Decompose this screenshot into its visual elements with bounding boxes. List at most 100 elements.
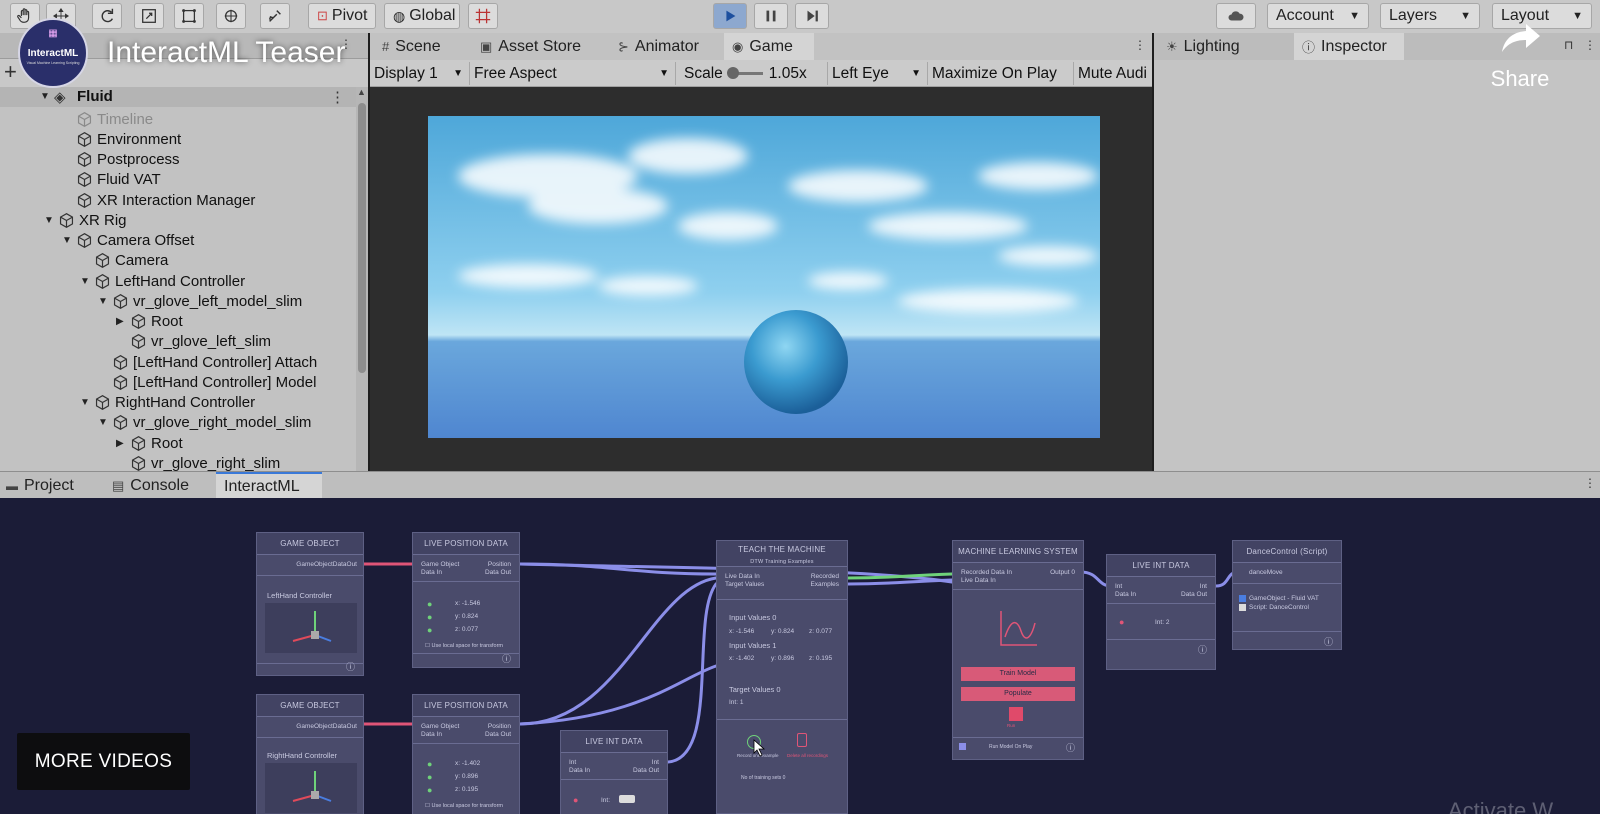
node-live-position-right[interactable]: LIVE POSITION DATA Game Object Data In P… xyxy=(412,694,520,814)
x-value: x: -1.402 xyxy=(729,655,755,662)
cloud-button[interactable] xyxy=(1216,3,1256,29)
hierarchy-item[interactable]: ▼ XR Rig xyxy=(44,210,127,230)
node-dance-control[interactable]: DanceControl (Script) danceMove GameObje… xyxy=(1232,540,1342,650)
run-button[interactable] xyxy=(1009,707,1023,721)
step-button[interactable] xyxy=(795,3,829,29)
help-icon[interactable]: ⓘ xyxy=(1324,635,1333,648)
int-input[interactable] xyxy=(619,795,635,803)
help-icon[interactable]: ⓘ xyxy=(1066,741,1075,754)
tab-asset-store[interactable]: ▣ Asset Store xyxy=(476,33,602,60)
tab-interactml[interactable]: InteractML xyxy=(216,472,322,499)
run-on-play-checkbox[interactable] xyxy=(959,743,966,750)
hierarchy-item[interactable]: Timeline xyxy=(76,109,153,129)
node-game-object-right[interactable]: GAME OBJECT GameObjectDataOut RightHand … xyxy=(256,694,364,814)
play-button[interactable] xyxy=(713,3,747,29)
node-machine-learning-system[interactable]: MACHINE LEARNING SYSTEM Recorded Data In… xyxy=(952,540,1084,760)
node-live-position-left[interactable]: LIVE POSITION DATA Game Object Data In P… xyxy=(412,532,520,668)
hierarchy-scrollbar-thumb[interactable] xyxy=(358,103,366,373)
chevron-down-icon[interactable]: ▼ xyxy=(98,296,112,307)
account-dropdown[interactable]: Account ▼ xyxy=(1267,3,1369,29)
node-game-object-left[interactable]: GAME OBJECT GameObjectDataOut LeftHand C… xyxy=(256,532,364,676)
scene-menu-icon[interactable]: ⋮ xyxy=(330,88,345,106)
tab-game[interactable]: ◉ Game xyxy=(724,33,814,60)
more-videos-button[interactable]: MORE VIDEOS xyxy=(17,733,190,790)
axis-gizmo-icon xyxy=(265,603,357,653)
hierarchy-item[interactable]: Environment xyxy=(76,129,181,149)
layers-dropdown[interactable]: Layers ▼ xyxy=(1380,3,1480,29)
hierarchy-item[interactable]: [LeftHand Controller] Attach xyxy=(112,352,317,372)
scroll-up-icon[interactable]: ▲ xyxy=(357,87,366,97)
grid-snap-button[interactable] xyxy=(468,3,498,29)
hierarchy-item[interactable]: XR Interaction Manager xyxy=(76,190,255,210)
hierarchy-item[interactable]: ▼ LeftHand Controller xyxy=(80,271,245,291)
node-live-int-top[interactable]: LIVE INT DATA Int Data In Int Data Out ●… xyxy=(1106,554,1216,670)
pivot-toggle[interactable]: ⊡ Pivot xyxy=(308,3,376,29)
hierarchy-item[interactable]: Fluid VAT xyxy=(76,170,161,190)
script-field[interactable]: Script: DanceControl xyxy=(1249,604,1309,611)
chevron-down-icon[interactable]: ▼ xyxy=(44,215,58,226)
help-icon[interactable]: ⓘ xyxy=(502,652,511,665)
rect-tool-button[interactable] xyxy=(174,3,204,29)
hierarchy-item[interactable]: ▼ Camera Offset xyxy=(62,231,194,251)
game-view-menu-icon[interactable]: ⋮ xyxy=(1134,38,1146,52)
train-model-button[interactable]: Train Model xyxy=(961,667,1075,681)
gameobject-field[interactable]: GameObject - Fluid VAT xyxy=(1249,595,1319,602)
populate-button[interactable]: Populate xyxy=(961,687,1075,701)
interactml-graph[interactable]: GAME OBJECT GameObjectDataOut LeftHand C… xyxy=(0,498,1600,814)
share-button[interactable]: Share xyxy=(1470,18,1570,108)
help-icon[interactable]: ⓘ xyxy=(346,660,355,673)
inspector-menu-icon[interactable]: ⋮ xyxy=(1584,38,1596,52)
hierarchy-item[interactable]: ▼ vr_glove_right_model_slim xyxy=(98,413,311,433)
local-space-checkbox[interactable]: ☐ Use local space for transform xyxy=(425,803,503,809)
pause-button[interactable] xyxy=(754,3,788,29)
local-space-checkbox[interactable]: ☐ Use local space for transform xyxy=(425,643,503,649)
game-render[interactable] xyxy=(428,116,1100,438)
scale-label: Scale xyxy=(684,64,723,82)
display-dropdown[interactable]: Display 1 ▼ xyxy=(370,62,470,85)
maximize-on-play-toggle[interactable]: Maximize On Play xyxy=(928,62,1074,85)
transform-tool-button[interactable] xyxy=(216,3,246,29)
hierarchy-item[interactable]: Camera xyxy=(94,251,168,271)
hierarchy-item[interactable]: ▶ Root xyxy=(116,433,183,453)
chevron-down-icon[interactable]: ▼ xyxy=(80,276,94,287)
scale-slider[interactable] xyxy=(726,67,763,79)
hierarchy-item[interactable]: ▼ RightHand Controller xyxy=(80,393,255,413)
channel-logo[interactable]: ▦ InteractML Visual Machine Learning Scr… xyxy=(18,18,88,88)
chevron-down-icon[interactable]: ▼ xyxy=(62,235,76,246)
chevron-right-icon[interactable]: ▶ xyxy=(116,316,130,327)
add-icon[interactable]: + xyxy=(4,59,17,85)
rotate-tool-button[interactable] xyxy=(92,3,122,29)
chevron-down-icon[interactable]: ▼ xyxy=(98,417,112,428)
node-teach-the-machine[interactable]: TEACH THE MACHINE DTW Training Examples … xyxy=(716,540,848,814)
hierarchy-item[interactable]: vr_glove_right_slim xyxy=(130,453,280,471)
hierarchy-item[interactable]: ▶ Root xyxy=(116,312,183,332)
chevron-down-icon[interactable]: ▼ xyxy=(40,91,50,102)
hierarchy-item[interactable]: vr_glove_left_slim xyxy=(130,332,271,352)
chevron-down-icon[interactable]: ▼ xyxy=(80,397,94,408)
delete-button[interactable] xyxy=(797,733,807,747)
scale-icon xyxy=(142,9,156,23)
tab-project[interactable]: ▬ Project xyxy=(4,472,104,499)
node-live-int-bottom[interactable]: LIVE INT DATA Int Data In Int Data Out ●… xyxy=(560,730,668,814)
tab-console[interactable]: ▤ Console xyxy=(110,472,210,499)
tab-animator[interactable]: ⊱ Animator xyxy=(614,33,722,60)
aspect-dropdown[interactable]: Free Aspect ▼ xyxy=(470,62,676,85)
tab-lighting[interactable]: ☀ Lighting xyxy=(1162,33,1270,60)
chevron-right-icon[interactable]: ▶ xyxy=(116,438,130,449)
hierarchy-item[interactable]: ▼ vr_glove_left_model_slim xyxy=(98,291,302,311)
hierarchy-item-label: LeftHand Controller xyxy=(115,272,246,290)
scale-tool-button[interactable] xyxy=(134,3,164,29)
mute-audio-toggle[interactable]: Mute Audi xyxy=(1074,62,1152,85)
hierarchy-item[interactable]: Postprocess xyxy=(76,150,180,170)
hierarchy-item[interactable]: [LeftHand Controller] Model xyxy=(112,372,316,392)
help-icon[interactable]: ⓘ xyxy=(1198,643,1207,656)
bottom-panel-menu-icon[interactable]: ⋮ xyxy=(1584,476,1596,490)
scale-slider-thumb[interactable] xyxy=(726,67,739,79)
scene-row[interactable]: ▼ ◈ Fluid ⋮ xyxy=(0,87,360,107)
global-toggle[interactable]: ◍ Global xyxy=(384,3,460,29)
custom-tool-button[interactable] xyxy=(260,3,290,29)
tab-inspector[interactable]: ⓘ Inspector xyxy=(1294,33,1404,60)
video-title[interactable]: InteractML Teaser xyxy=(107,36,345,70)
tab-scene[interactable]: # Scene xyxy=(378,33,470,60)
eye-dropdown[interactable]: Left Eye ▼ xyxy=(828,62,928,85)
